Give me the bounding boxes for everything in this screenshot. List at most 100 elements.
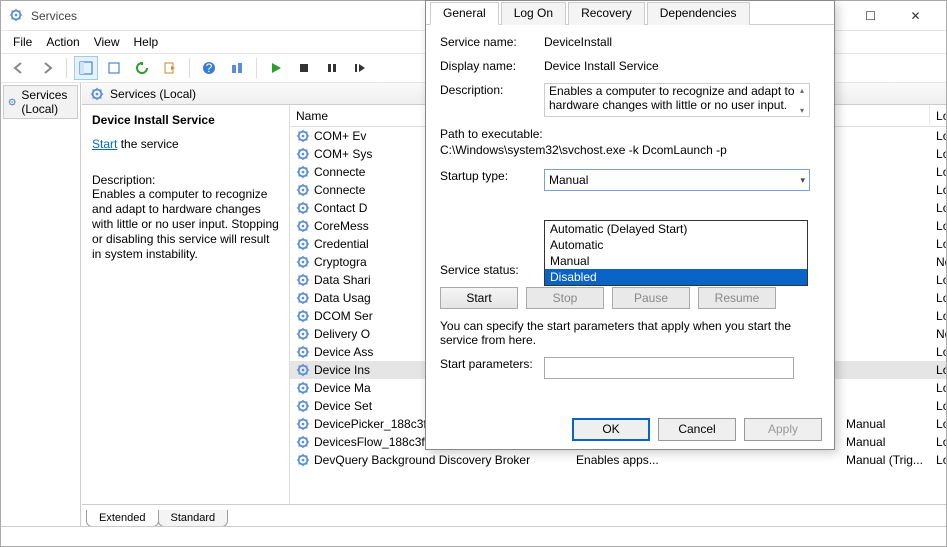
menu-help[interactable]: Help (134, 35, 159, 49)
gear-icon (296, 453, 310, 467)
service-logon: Local Syste... (930, 201, 946, 215)
tab-logon[interactable]: Log On (501, 2, 566, 25)
service-name: Device Ass (314, 345, 373, 359)
nav-forward-button[interactable] (35, 56, 59, 80)
menu-view[interactable]: View (94, 35, 120, 49)
resume-button: Resume (698, 287, 776, 309)
service-name: Contact D (314, 201, 367, 215)
service-logon: Local Syste... (930, 399, 946, 413)
restart-service-button[interactable] (348, 56, 372, 80)
service-name: Device Set (314, 399, 372, 413)
scroll-up-icon[interactable]: ▴ (796, 84, 808, 96)
opt-auto-delayed[interactable]: Automatic (Delayed Start) (545, 221, 807, 237)
gear-icon (296, 363, 310, 377)
gear-icon (8, 95, 16, 109)
cancel-button[interactable]: Cancel (658, 418, 736, 441)
service-logon: Local Syste... (930, 273, 946, 287)
properties-button[interactable] (102, 56, 126, 80)
service-status-label: Service status: (440, 263, 544, 277)
opt-manual[interactable]: Manual (545, 253, 807, 269)
service-name: Device Ma (314, 381, 371, 395)
tab-standard[interactable]: Standard (158, 510, 229, 526)
service-name-value: DeviceInstall (544, 35, 820, 49)
service-logon: Local Service (930, 165, 946, 179)
opt-automatic[interactable]: Automatic (545, 237, 807, 253)
service-name: Connecte (314, 183, 365, 197)
service-logon: Local Service (930, 129, 946, 143)
extra-button[interactable] (225, 56, 249, 80)
service-logon: Local Syste... (930, 417, 946, 431)
service-logon: Local Syste... (930, 183, 946, 197)
service-name: Delivery O (314, 327, 370, 341)
startup-type-dropdown[interactable]: Automatic (Delayed Start) Automatic Manu… (544, 220, 808, 286)
service-name: COM+ Sys (314, 147, 372, 161)
gear-icon (296, 291, 310, 305)
view-tabs: Extended Standard (82, 504, 946, 526)
tab-recovery[interactable]: Recovery (568, 2, 645, 25)
chevron-down-icon: ▾ (800, 175, 805, 186)
service-logon: Local Syste... (930, 237, 946, 251)
description-box[interactable]: Enables a computer to recognize and adap… (544, 83, 810, 117)
export-button[interactable] (158, 56, 182, 80)
svg-text:?: ? (206, 61, 213, 75)
gear-icon (296, 201, 310, 215)
gear-icon (296, 417, 310, 431)
service-name: DCOM Ser (314, 309, 373, 323)
start-params-input[interactable] (544, 357, 794, 379)
service-control-buttons: Start Stop Pause Resume (440, 287, 820, 309)
apply-button: Apply (744, 418, 822, 441)
desc-scrollbar[interactable]: ▴ ▾ (796, 84, 808, 116)
display-name-value: Device Install Service (544, 59, 820, 73)
gear-icon (296, 309, 310, 323)
scroll-down-icon[interactable]: ▾ (796, 104, 808, 116)
view-details-button[interactable] (74, 56, 98, 80)
service-name: DevicesFlow_188c3f (314, 435, 425, 449)
detail-pane: Device Install Service Start the service… (82, 105, 290, 504)
startup-type-combo[interactable]: Manual ▾ (544, 169, 810, 191)
dialog-tabs: General Log On Recovery Dependencies (426, 1, 834, 25)
close-button[interactable]: ✕ (893, 1, 938, 31)
help-button[interactable]: ? (197, 56, 221, 80)
service-name: Cryptogra (314, 255, 367, 269)
menu-action[interactable]: Action (46, 35, 79, 49)
service-name: Data Shari (314, 273, 371, 287)
opt-disabled[interactable]: Disabled (545, 269, 807, 285)
service-logon: Local Syste... (930, 453, 946, 467)
table-row[interactable]: DevQuery Background Discovery BrokerEnab… (290, 451, 946, 469)
start-service-button[interactable] (264, 56, 288, 80)
tab-general[interactable]: General (430, 2, 499, 25)
service-name: Data Usag (314, 291, 371, 305)
gear-icon (296, 327, 310, 341)
pause-service-button[interactable] (320, 56, 344, 80)
display-name-label: Display name: (440, 59, 544, 73)
service-name: Device Ins (314, 363, 370, 377)
statusbar (1, 526, 946, 546)
service-startup: Manual (Trig... (840, 453, 930, 467)
service-startup: Manual (840, 435, 930, 449)
maximize-button[interactable]: ☐ (848, 1, 893, 31)
service-logon: Local Service (930, 219, 946, 233)
gear-icon (296, 183, 310, 197)
menu-file[interactable]: File (13, 35, 32, 49)
col-logon[interactable]: Log On As (930, 105, 946, 127)
list-header-title: Services (Local) (110, 87, 196, 101)
start-service-link[interactable]: Start (92, 137, 117, 151)
gear-icon (296, 237, 310, 251)
gear-icon (296, 381, 310, 395)
nav-back-button[interactable] (7, 56, 31, 80)
detail-description: Enables a computer to recognize and adap… (92, 187, 279, 262)
service-startup: Manual (840, 417, 930, 431)
start-params-hint: You can specify the start parameters tha… (440, 319, 820, 347)
tab-extended[interactable]: Extended (86, 510, 158, 526)
gear-icon (296, 255, 310, 269)
tree-root[interactable]: Services (Local) (3, 85, 78, 119)
refresh-button[interactable] (130, 56, 154, 80)
ok-button[interactable]: OK (572, 418, 650, 441)
start-button[interactable]: Start (440, 287, 518, 309)
start-suffix: the service (117, 137, 178, 151)
gear-icon (296, 273, 310, 287)
tab-dependencies[interactable]: Dependencies (647, 2, 750, 25)
service-logon: Local Syste... (930, 309, 946, 323)
stop-service-button[interactable] (292, 56, 316, 80)
desc-label: Description: (92, 173, 279, 187)
